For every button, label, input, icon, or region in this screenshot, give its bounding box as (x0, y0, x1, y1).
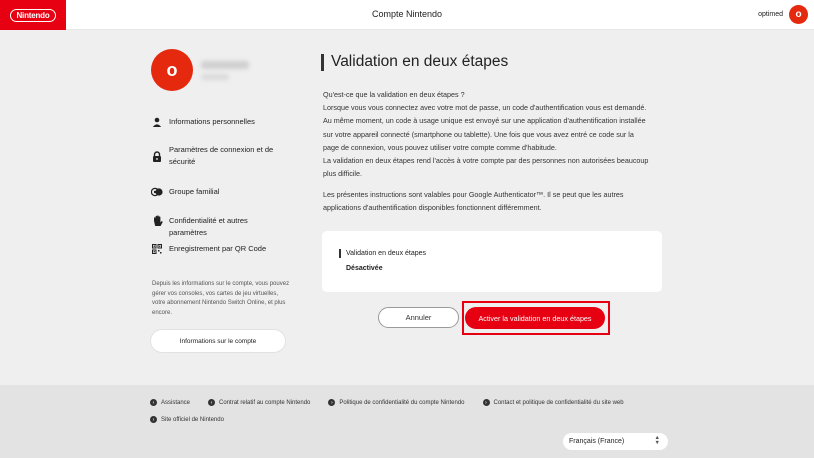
account-info-description: Depuis les informations sur le compte, v… (152, 281, 290, 316)
footer-link-label: Contrat relatif au compte Nintendo (219, 399, 311, 406)
user-avatar[interactable]: o (789, 5, 808, 24)
status-label: Validation en deux étapes (346, 250, 427, 257)
footer-link-label: Site officiel de Nintendo (161, 416, 224, 423)
language-value: Français (France) (569, 438, 625, 445)
description-paragraph: Qu'est-ce que la validation en deux étap… (323, 88, 668, 180)
page-title: Validation en deux étapes (331, 53, 509, 70)
footer-link-website-privacy[interactable]: › Contact et politique de confidentialit… (482, 398, 624, 407)
account-info-button[interactable]: Informations sur le compte (151, 330, 285, 352)
sidebar-item-label: Paramètres de connexion et de sécurité (169, 145, 274, 166)
qr-code-icon (151, 243, 163, 255)
language-select[interactable]: Français (France) ▲ ▼ (563, 433, 668, 450)
sidebar-item-label: Confidentialité et autres paramètres (169, 216, 248, 237)
footer-link-account-agreement[interactable]: › Contrat relatif au compte Nintendo (208, 398, 310, 407)
footer-link-label: Politique de confidentialité du compte N… (339, 399, 465, 406)
footer-link-account-privacy[interactable]: › Politique de confidentialité du compte… (328, 398, 465, 407)
chevron-right-icon: › (482, 399, 490, 406)
footer-link-support[interactable]: › Assistance (150, 398, 190, 407)
authenticator-note: Les présentes instructions sont valables… (323, 188, 668, 214)
sidebar-item-qr-code[interactable]: Enregistrement par QR Code (151, 243, 287, 255)
description-line: Lorsque vous vous connectez avec votre m… (323, 103, 647, 113)
sidebar-item-privacy[interactable]: Confidentialité et autres paramètres (151, 215, 287, 239)
sidebar-item-personal-info[interactable]: Informations personnelles (151, 116, 287, 128)
description-line: La validation en deux étapes rend l'accè… (323, 156, 649, 166)
blurred-name (201, 60, 249, 69)
chevron-right-icon: › (150, 416, 157, 423)
chevron-right-icon: › (208, 399, 216, 406)
footer-link-official-site[interactable]: › Site officiel de Nintendo (150, 415, 224, 424)
footer: › Assistance › Contrat relatif au compte… (0, 385, 814, 458)
user-menu[interactable]: optimed o (758, 5, 808, 24)
blurred-id (201, 73, 229, 80)
activate-two-step-button[interactable]: Activer la validation en deux étapes (465, 307, 605, 329)
profile-name-blurred (201, 60, 249, 80)
status-header: Validation en deux étapes (339, 249, 426, 258)
header-title: Compte Nintendo (371, 9, 443, 19)
nintendo-logo[interactable]: Nintendo (0, 0, 66, 30)
sidebar: o Informations personnelles Paramètres d… (151, 48, 291, 352)
status-card: Validation en deux étapes Désactivée (322, 231, 662, 292)
footer-link-label: Contact et politique de confidentialité … (493, 399, 624, 406)
description-line: Qu'est-ce que la validation en deux étap… (323, 90, 465, 99)
footer-links: › Assistance › Contrat relatif au compte… (150, 398, 670, 424)
main-content: Validation en deux étapes Qu'est-ce que … (321, 52, 666, 335)
sidebar-item-label: Groupe familial (169, 187, 220, 196)
sidebar-item-family-group[interactable]: Groupe familial (151, 186, 287, 198)
description-line: page de connexion, vous pouvez utiliser … (323, 142, 557, 152)
cancel-button[interactable]: Annuler (378, 307, 459, 328)
sidebar-item-label: Enregistrement par QR Code (169, 244, 267, 253)
top-header: Nintendo Compte Nintendo optimed o (0, 0, 814, 30)
status-value: Désactivée (346, 265, 383, 272)
title-accent-bar (321, 53, 324, 71)
page-title-block: Validation en deux étapes (321, 52, 666, 72)
description-line: plus difficile. (323, 169, 363, 179)
description-line: sur votre appareil connecté (smartphone … (323, 129, 634, 139)
note-line: applications d'authentification disponib… (323, 203, 542, 213)
family-group-icon (151, 186, 163, 198)
profile-avatar: o (151, 49, 193, 91)
status-accent-bar (339, 249, 341, 258)
select-arrows-icon: ▲ ▼ (654, 435, 660, 446)
sidebar-item-label: Informations personnelles (169, 117, 255, 126)
sidebar-item-security[interactable]: Paramètres de connexion et de sécurité (151, 144, 287, 168)
chevron-right-icon: › (150, 399, 157, 406)
footer-link-label: Assistance (161, 399, 191, 406)
chevron-right-icon: › (328, 399, 336, 406)
lock-icon (151, 150, 163, 162)
hand-icon (151, 215, 163, 227)
note-line: Les présentes instructions sont valables… (323, 190, 624, 199)
nintendo-logo-text: Nintendo (10, 8, 56, 22)
profile-block: o (151, 48, 291, 92)
description-line: Au même moment, un code à usage unique e… (323, 116, 646, 126)
person-icon (151, 116, 163, 128)
user-name[interactable]: optimed (758, 11, 783, 18)
